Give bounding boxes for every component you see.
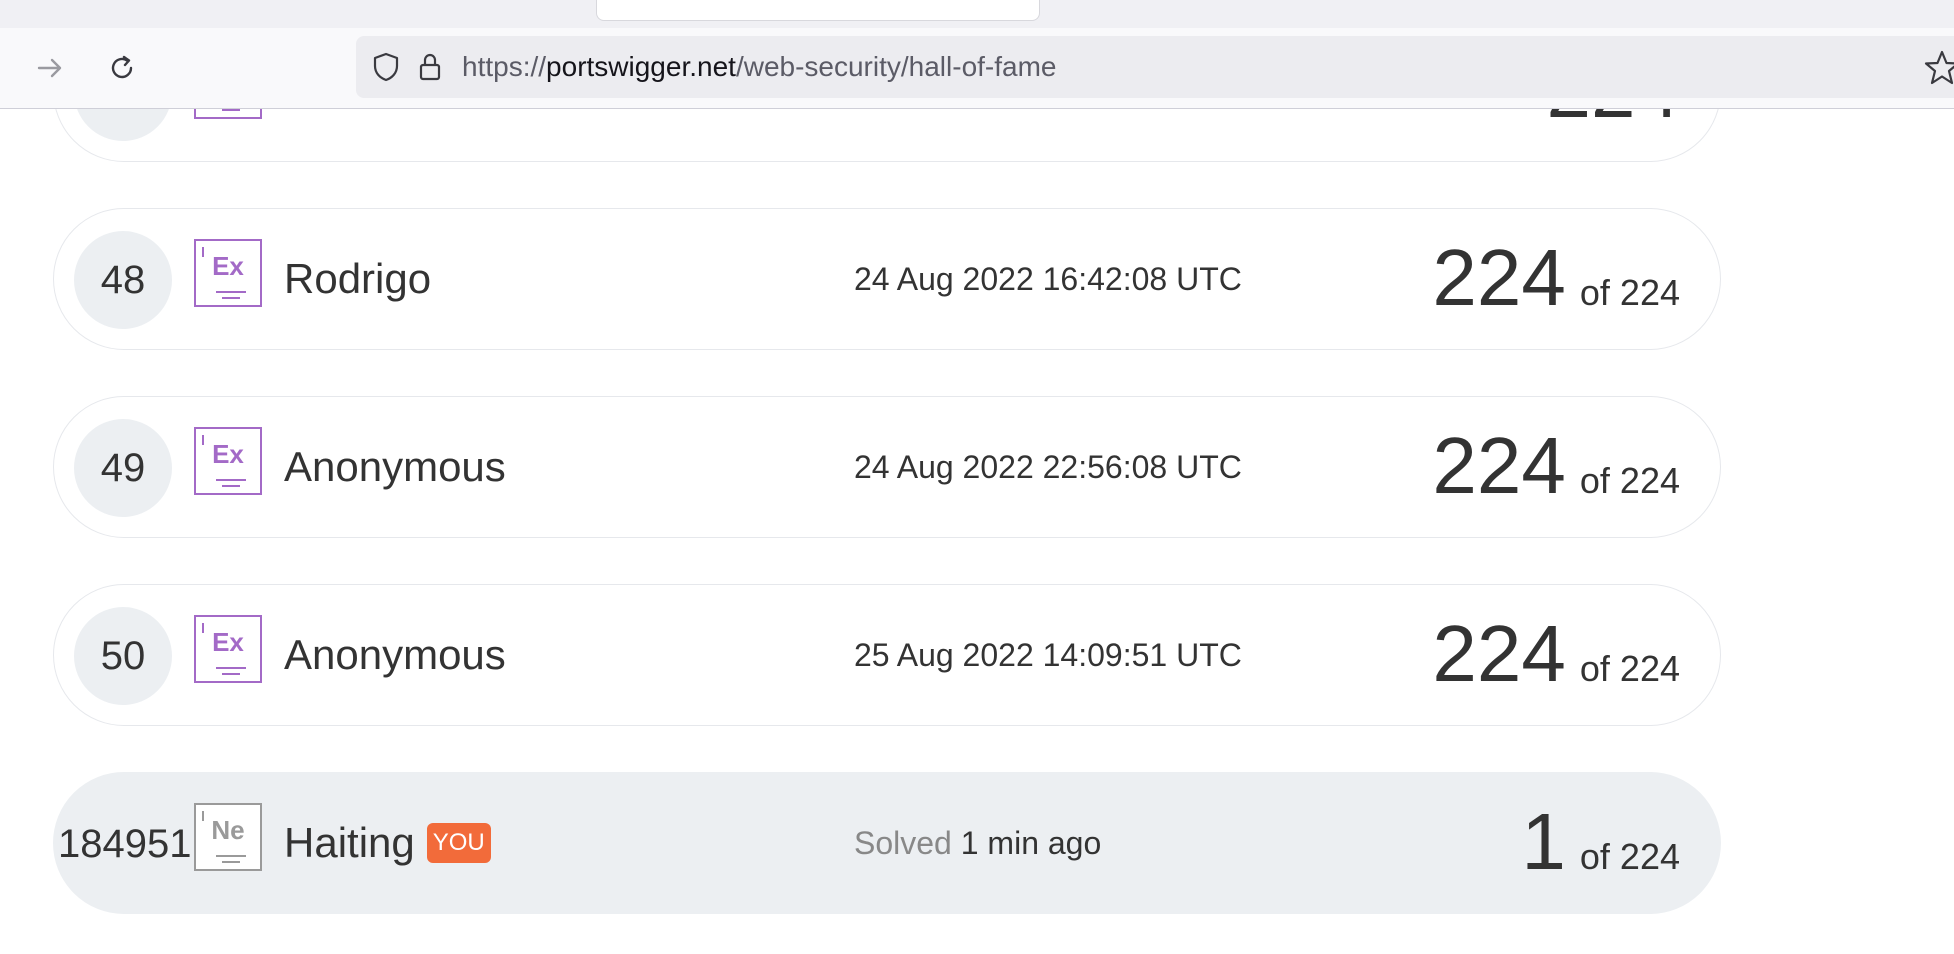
- user-name: Haiting YOU: [284, 819, 491, 867]
- rank-number: 48: [74, 231, 172, 329]
- score-total: of 224: [1579, 272, 1680, 313]
- user-name: Anonymous: [284, 631, 506, 678]
- leaderboard-row-you: 184951 Ne Haiting YOU Solved 1 min ago 1…: [53, 772, 1721, 914]
- user-name-text: Haiting: [284, 819, 415, 866]
- url-path: /web-security/hall-of-fame: [735, 51, 1057, 82]
- user-name: Rodrigo: [284, 255, 432, 302]
- star-icon[interactable]: [1922, 48, 1954, 93]
- completion-timestamp: 25 Aug 2022 14:09:51 UTC: [854, 637, 1242, 673]
- solved-label: Solved: [854, 825, 952, 861]
- lock-icon[interactable]: [410, 47, 450, 87]
- active-tab[interactable]: [596, 0, 1040, 21]
- score-value: 224: [1432, 421, 1566, 510]
- tab-strip: [0, 0, 1954, 28]
- score: 224 of 224: [1432, 421, 1680, 511]
- score: 1 of 224: [1521, 797, 1680, 887]
- completion-timestamp: 24 Aug 2022 22:56:08 UTC: [854, 449, 1242, 485]
- solved-time: 1 min ago: [960, 825, 1102, 861]
- url-scheme: https://: [462, 51, 547, 82]
- browser-toolbar: https://portswigger.net/web-security/hal…: [0, 28, 1954, 109]
- url-text[interactable]: https://portswigger.net/web-security/hal…: [462, 51, 1057, 83]
- address-bar[interactable]: https://portswigger.net/web-security/hal…: [356, 36, 1954, 98]
- score-value: 224: [1432, 609, 1566, 698]
- score-total: of 224: [1579, 648, 1680, 689]
- novice-badge-icon: Ne: [194, 803, 262, 871]
- expert-badge-icon: Ex: [194, 239, 262, 307]
- rank-number: 50: [74, 607, 172, 705]
- score: 224 of 224: [1432, 609, 1680, 699]
- you-badge: YOU: [426, 823, 491, 863]
- shield-icon[interactable]: [366, 47, 406, 87]
- forward-icon[interactable]: [30, 48, 70, 88]
- score-value: 224: [1432, 233, 1566, 322]
- url-host: portswigger.net: [546, 51, 736, 82]
- score-value: 1: [1521, 797, 1566, 886]
- score: 224 of 224: [1432, 233, 1680, 323]
- expert-badge-icon: Ex: [194, 427, 262, 495]
- rank-number: 184951: [58, 821, 192, 866]
- reload-icon[interactable]: [102, 48, 142, 88]
- leaderboard-row: 49 Ex Anonymous 24 Aug 2022 22:56:08 UTC…: [53, 396, 1721, 538]
- rank-number: 49: [74, 419, 172, 517]
- score-total: of 224: [1579, 836, 1680, 877]
- score-total: of 224: [1579, 460, 1680, 501]
- solved-status: Solved 1 min ago: [854, 825, 1101, 862]
- completion-timestamp: 24 Aug 2022 16:42:08 UTC: [854, 261, 1242, 297]
- expert-badge-icon: Ex: [194, 615, 262, 683]
- leaderboard-row: 48 Ex Rodrigo 24 Aug 2022 16:42:08 UTC 2…: [53, 208, 1721, 350]
- leaderboard-row: 50 Ex Anonymous 25 Aug 2022 14:09:51 UTC…: [53, 584, 1721, 726]
- user-name: Anonymous: [284, 443, 506, 490]
